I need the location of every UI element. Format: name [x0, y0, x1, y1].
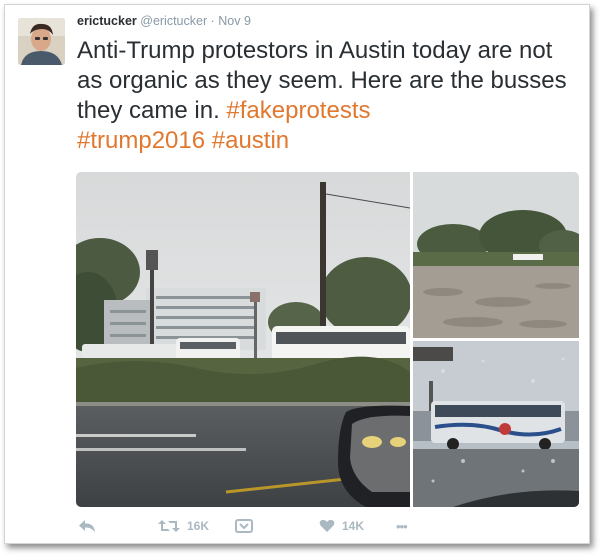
display-name[interactable]: erictucker	[77, 14, 137, 28]
tweet-text: Anti-Trump protestors in Austin today ar…	[77, 36, 572, 156]
reply-button[interactable]	[78, 514, 96, 538]
username[interactable]: @erictucker	[140, 14, 207, 28]
separator: ·	[210, 14, 215, 28]
save-button[interactable]	[235, 514, 253, 538]
retweet-icon	[158, 519, 180, 533]
street-buses-photo[interactable]	[76, 172, 410, 507]
more-icon: •••	[396, 518, 408, 534]
retweet-count: 16K	[187, 519, 210, 533]
heart-icon	[319, 519, 335, 533]
like-button[interactable]: 14K	[319, 514, 364, 538]
reply-icon	[78, 519, 96, 533]
retweet-button[interactable]: 16K	[158, 514, 209, 538]
tweet-header: erictucker @erictucker · Nov 9	[77, 14, 251, 28]
media-grid	[76, 172, 579, 507]
timestamp[interactable]: Nov 9	[218, 14, 251, 28]
save-icon	[235, 519, 253, 533]
avatar[interactable]	[18, 18, 65, 65]
more-button[interactable]: •••	[396, 514, 408, 538]
hashtag-trump2016[interactable]: #trump2016	[77, 127, 205, 154]
like-count: 14K	[342, 519, 365, 533]
tweet-actions: 16K 14K •••	[78, 514, 418, 538]
field-photo[interactable]	[413, 172, 579, 338]
hashtag-austin[interactable]: #austin	[212, 127, 289, 154]
bus-through-windshield-photo[interactable]	[413, 341, 579, 507]
hashtag-fakeprotests[interactable]: #fakeprotests	[226, 97, 370, 124]
